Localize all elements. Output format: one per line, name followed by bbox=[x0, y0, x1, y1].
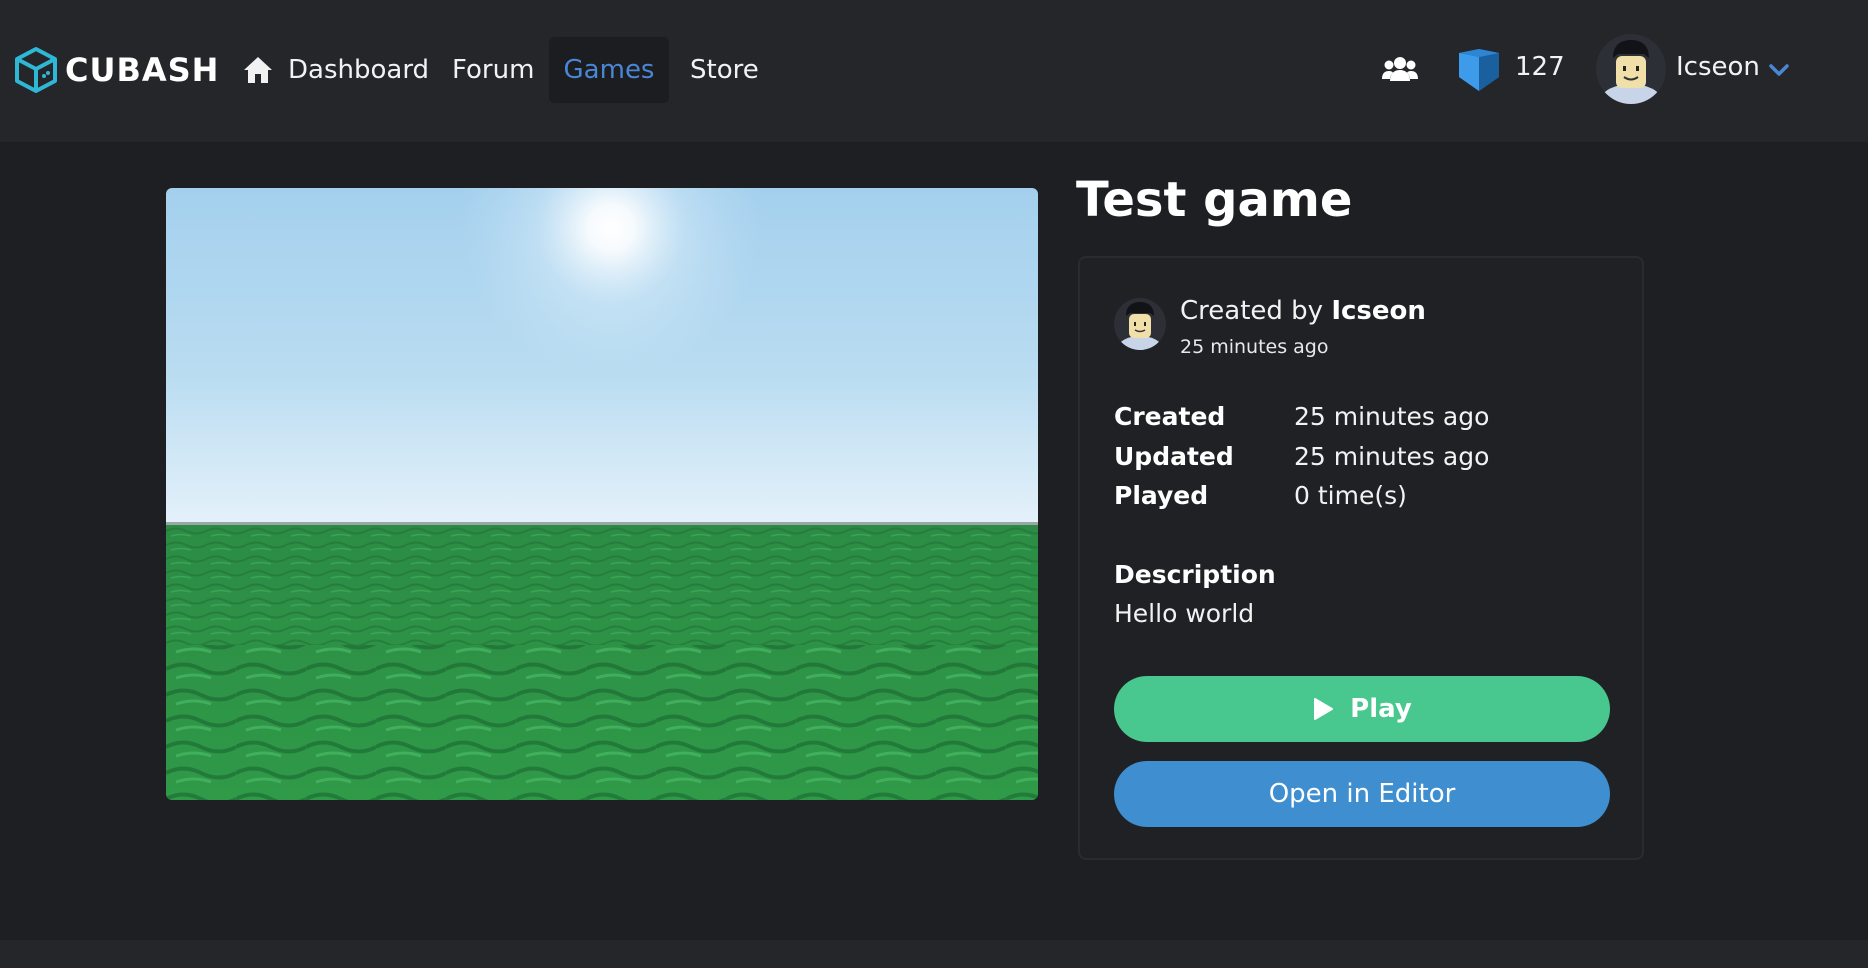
friends-icon[interactable] bbox=[1382, 54, 1418, 84]
stat-updated-value: 25 minutes ago bbox=[1294, 442, 1490, 471]
nav-forum[interactable]: Forum bbox=[432, 37, 554, 103]
header-username[interactable]: Icseon bbox=[1676, 52, 1760, 82]
description-text: Hello world bbox=[1114, 599, 1255, 628]
brand-logo[interactable]: CUBASH bbox=[13, 46, 219, 94]
game-title: Test game bbox=[1076, 172, 1353, 228]
creator-avatar[interactable] bbox=[1114, 298, 1166, 350]
open-in-editor-button[interactable]: Open in Editor bbox=[1114, 761, 1610, 827]
play-label: Play bbox=[1350, 694, 1412, 724]
stat-played-value: 0 time(s) bbox=[1294, 481, 1407, 510]
nav-dashboard-label: Dashboard bbox=[288, 55, 430, 85]
description-label: Description bbox=[1114, 560, 1276, 589]
stat-created-value: 25 minutes ago bbox=[1294, 402, 1490, 431]
nav-games-label: Games bbox=[563, 55, 655, 85]
creator-name-link[interactable]: Icseon bbox=[1331, 296, 1426, 326]
created-by-label: Created by bbox=[1180, 296, 1324, 326]
chevron-down-icon[interactable] bbox=[1768, 62, 1790, 78]
stat-played-label: Played bbox=[1114, 481, 1209, 510]
creator-line: Created by Icseon bbox=[1180, 296, 1426, 326]
play-button[interactable]: Play bbox=[1114, 676, 1610, 742]
nav-store-label: Store bbox=[690, 55, 759, 85]
home-icon bbox=[244, 57, 272, 83]
nav-forum-label: Forum bbox=[452, 55, 535, 85]
nav-games[interactable]: Games bbox=[549, 37, 669, 103]
play-icon bbox=[1314, 698, 1334, 720]
creator-time: 25 minutes ago bbox=[1180, 336, 1329, 358]
cube-logo-icon bbox=[15, 47, 57, 93]
top-navbar: CUBASH Dashboard Forum Games Store 127 I… bbox=[0, 0, 1868, 142]
game-info-card: Created by Icseon 25 minutes ago Created… bbox=[1078, 256, 1644, 860]
currency-amount: 127 bbox=[1515, 52, 1565, 82]
brand-name: CUBASH bbox=[65, 51, 220, 89]
footer-strip bbox=[0, 940, 1868, 968]
game-thumbnail bbox=[166, 188, 1038, 800]
editor-label: Open in Editor bbox=[1268, 779, 1456, 809]
cube-currency-icon[interactable] bbox=[1456, 47, 1502, 93]
nav-store[interactable]: Store bbox=[670, 37, 779, 103]
nav-dashboard[interactable]: Dashboard bbox=[224, 37, 449, 103]
stat-updated-label: Updated bbox=[1114, 442, 1234, 471]
user-avatar[interactable] bbox=[1596, 34, 1666, 104]
stat-created-label: Created bbox=[1114, 402, 1226, 431]
